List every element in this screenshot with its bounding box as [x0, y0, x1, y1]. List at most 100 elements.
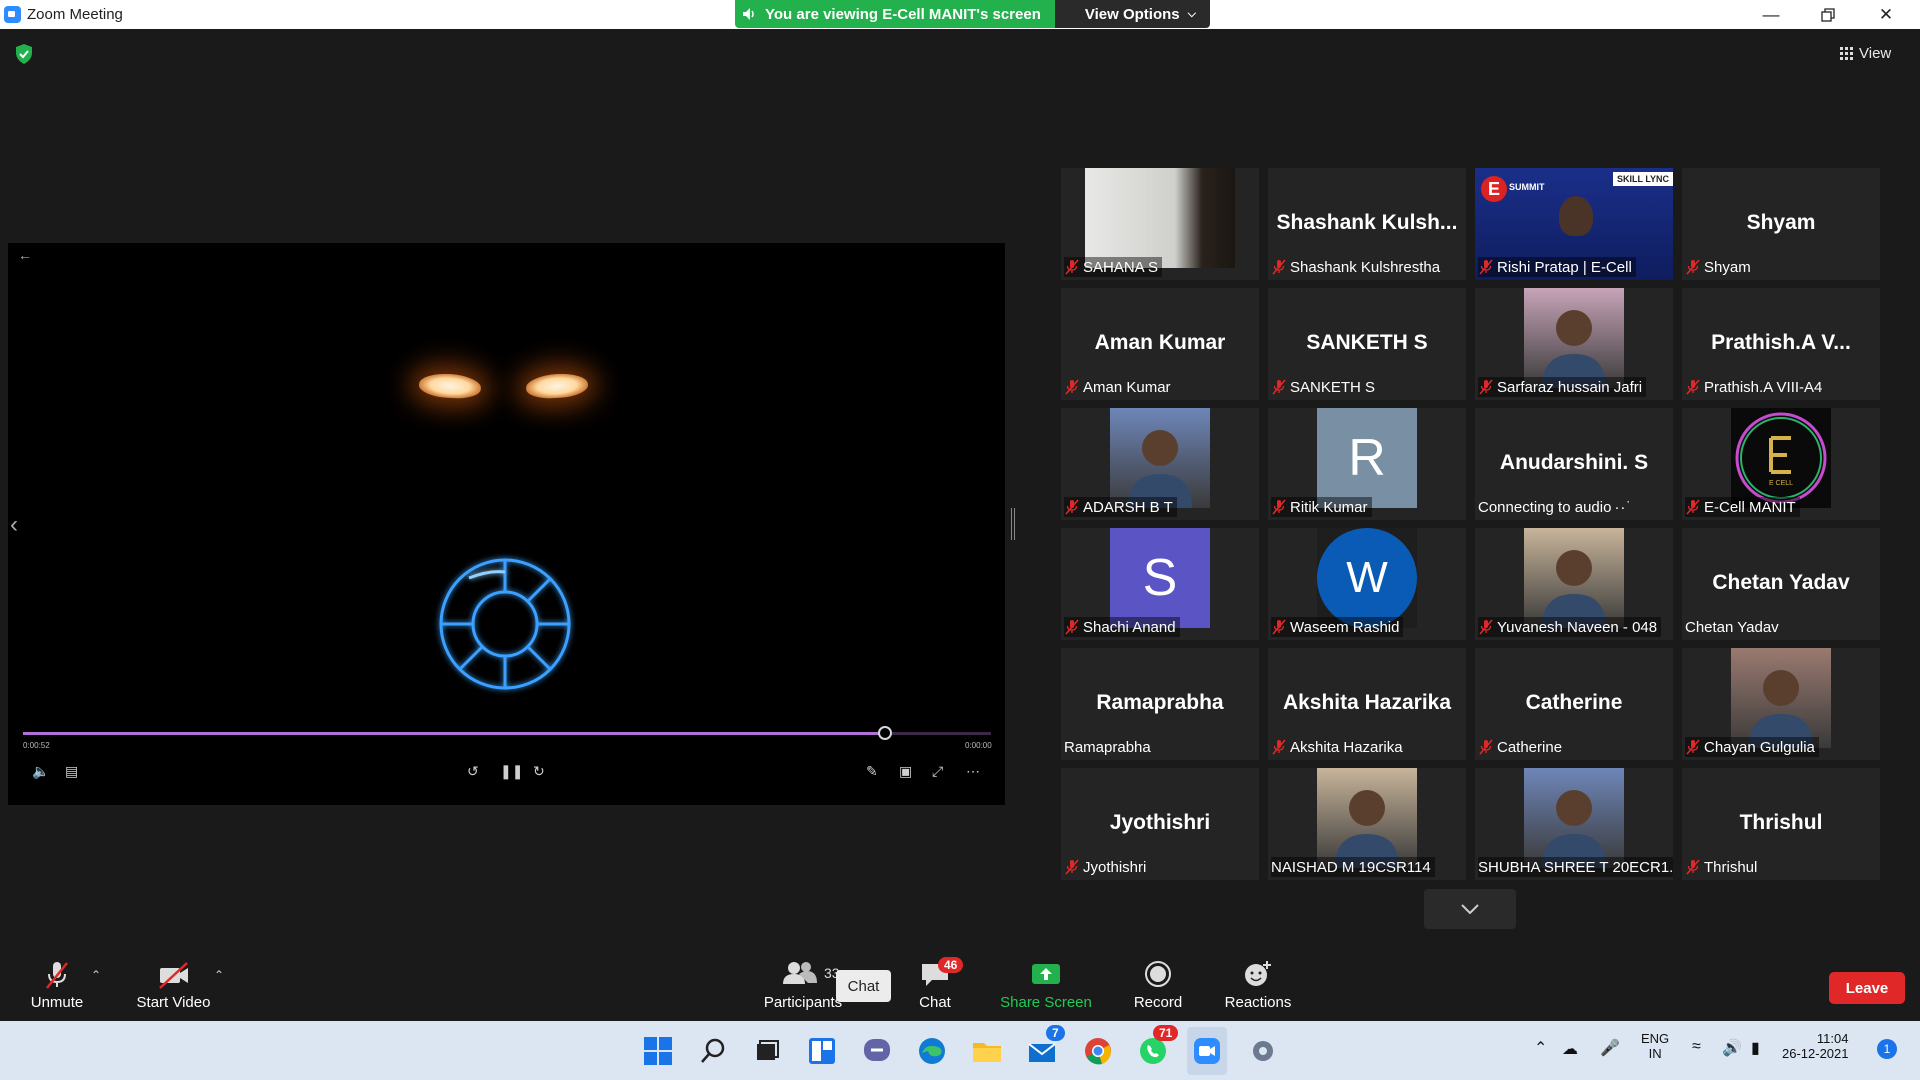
clock[interactable]: 11:04 26-12-2021	[1782, 1031, 1849, 1061]
settings-gear-icon[interactable]	[1247, 1035, 1279, 1067]
more-options-icon[interactable]: ⋯	[966, 763, 980, 780]
microphone-muted-icon	[1272, 259, 1286, 275]
language-region: IN	[1648, 1046, 1662, 1061]
zoom-taskbar-icon[interactable]	[1191, 1035, 1223, 1067]
volume-icon[interactable]: 🔈	[32, 763, 49, 780]
participant-tile[interactable]: Jyothishri Jyothishri	[1061, 768, 1259, 880]
leave-button[interactable]: Leave	[1829, 972, 1905, 1004]
forward-icon[interactable]: ↻	[533, 763, 545, 780]
next-page-button[interactable]	[1424, 889, 1516, 929]
participant-name-label: Thrishul	[1685, 857, 1761, 877]
chrome-icon[interactable]	[1082, 1035, 1114, 1067]
share-screen-button[interactable]: Share Screen	[1000, 960, 1092, 1020]
participant-tile[interactable]: Shashank Kulsh... Shashank Kulshrestha	[1268, 168, 1466, 280]
participant-tile[interactable]: SAHANA S	[1061, 168, 1259, 280]
battery-icon[interactable]: ▮	[1751, 1038, 1760, 1058]
video-progress-knob[interactable]	[878, 726, 892, 740]
participant-tile[interactable]: Thrishul Thrishul	[1682, 768, 1880, 880]
close-button[interactable]: ✕	[1858, 0, 1914, 29]
participant-tile[interactable]: Prathish.A V... Prathish.A VIII-A4	[1682, 288, 1880, 400]
shared-screen[interactable]: ← ‹ 0:00:52 0:00:00 🔈 ▤ ↺ ❚❚ ↻ ✎ ▣ ⤢ ⋯	[8, 243, 1005, 805]
chevron-left-icon[interactable]: ‹	[10, 511, 18, 539]
participants-button[interactable]: 33 Participants	[760, 960, 846, 1020]
search-icon[interactable]	[697, 1035, 729, 1067]
participant-tile[interactable]: Sarfaraz hussain Jafri	[1475, 288, 1673, 400]
participant-tile[interactable]: Chayan Gulgulia	[1682, 648, 1880, 760]
microphone-tray-icon[interactable]: 🎤	[1600, 1038, 1620, 1058]
participant-tile[interactable]: E SUMMIT SKILL LYNC Rishi Pratap | E-Cell	[1475, 168, 1673, 280]
view-layout-button[interactable]: View	[1840, 40, 1904, 66]
tray-overflow-chevron-icon[interactable]: ⌃	[1534, 1038, 1547, 1058]
participant-name: E-Cell MANIT	[1704, 498, 1796, 516]
edge-browser-icon[interactable]	[916, 1035, 948, 1067]
restore-button[interactable]	[1800, 0, 1856, 29]
widgets-icon[interactable]	[806, 1035, 838, 1067]
notification-badge[interactable]: 1	[1877, 1039, 1897, 1059]
language-indicator[interactable]: ENG IN	[1641, 1031, 1669, 1061]
chat-button[interactable]: 46 Chat	[912, 957, 964, 1020]
participant-tile[interactable]: SANKETH S SANKETH S	[1268, 288, 1466, 400]
participant-tile[interactable]: Ramaprabha Ramaprabha	[1061, 648, 1259, 760]
audio-options-caret-icon[interactable]: ⌃	[91, 968, 101, 982]
split-divider-handle[interactable]	[1011, 508, 1015, 540]
participant-name-label: Akshita Hazarika	[1271, 737, 1407, 757]
participant-name: Prathish.A VIII-A4	[1704, 378, 1823, 396]
chevron-down-icon: ⌵	[1187, 7, 1196, 20]
microphone-muted-icon	[1065, 619, 1079, 635]
unmute-label: Unmute	[30, 994, 84, 1011]
file-explorer-icon[interactable]	[971, 1035, 1003, 1067]
task-view-icon[interactable]	[751, 1035, 783, 1067]
miniplayer-icon[interactable]: ▣	[899, 763, 912, 780]
microphone-muted-icon	[1479, 739, 1493, 755]
volume-tray-icon[interactable]: 🔊	[1722, 1038, 1742, 1058]
unmute-button[interactable]: Unmute	[26, 960, 88, 1020]
exit-fullscreen-icon[interactable]: ⤢	[932, 763, 943, 780]
participant-display-name: Thrishul	[1739, 811, 1823, 834]
video-options-caret-icon[interactable]: ⌃	[214, 968, 224, 982]
participant-tile[interactable]: Aman Kumar Aman Kumar	[1061, 288, 1259, 400]
start-video-label: Start Video	[136, 994, 211, 1011]
e-cell-logo: E CELL	[1731, 408, 1831, 508]
participant-tile[interactable]: Catherine Catherine	[1475, 648, 1673, 760]
initial-circle: W	[1317, 528, 1417, 628]
participant-name-label: Shachi Anand	[1064, 617, 1180, 637]
participant-display-name: Chetan Yadav	[1712, 571, 1850, 594]
glowing-eye-right	[525, 371, 589, 401]
start-video-button[interactable]: Start Video	[132, 960, 215, 1020]
participant-tile[interactable]: ADARSH B T	[1061, 408, 1259, 520]
participant-name-label: Catherine	[1478, 737, 1566, 757]
participant-name-label: Aman Kumar	[1064, 377, 1175, 397]
participant-name: Catherine	[1497, 738, 1563, 756]
participant-initial-avatar: R	[1317, 408, 1417, 508]
windows-start-icon[interactable]	[642, 1035, 674, 1067]
rewind-icon[interactable]: ↺	[467, 763, 479, 780]
restore-icon	[1821, 7, 1835, 22]
participant-name-label: Prathish.A VIII-A4	[1685, 377, 1826, 397]
participant-tile[interactable]: S Shachi Anand	[1061, 528, 1259, 640]
participant-tile[interactable]: Chetan Yadav Chetan Yadav	[1682, 528, 1880, 640]
wifi-icon[interactable]: ≈	[1692, 1038, 1701, 1056]
participant-photo	[1085, 168, 1235, 268]
minimize-button[interactable]: —	[1743, 0, 1799, 29]
participant-tile[interactable]: SHUBHA SHREE T 20ECR1...	[1475, 768, 1673, 880]
participant-tile[interactable]: W Waseem Rashid	[1268, 528, 1466, 640]
view-options-button[interactable]: View Options ⌵	[1054, 0, 1210, 28]
participant-tile[interactable]: Anudarshini. S Connecting to audio ··˙	[1475, 408, 1673, 520]
participant-tile[interactable]: Shyam Shyam	[1682, 168, 1880, 280]
participant-name: Yuvanesh Naveen - 048	[1497, 618, 1658, 636]
onedrive-icon[interactable]: ☁	[1562, 1039, 1578, 1059]
teams-chat-icon[interactable]	[861, 1035, 893, 1067]
captions-icon[interactable]: ▤	[65, 763, 78, 780]
pen-icon[interactable]: ✎	[866, 763, 878, 780]
participant-tile[interactable]: Akshita Hazarika Akshita Hazarika	[1268, 648, 1466, 760]
participant-tile[interactable]: E CELL E-Cell MANIT	[1682, 408, 1880, 520]
reactions-button[interactable]: Reactions	[1222, 960, 1294, 1020]
participant-tile[interactable]: Yuvanesh Naveen - 048	[1475, 528, 1673, 640]
participant-tile[interactable]: R Ritik Kumar	[1268, 408, 1466, 520]
participant-display-name: Shyam	[1746, 211, 1816, 234]
back-arrow-icon[interactable]: ←	[18, 247, 32, 263]
security-shield-icon[interactable]	[15, 44, 33, 64]
record-button[interactable]: Record	[1130, 960, 1186, 1020]
pause-icon[interactable]: ❚❚	[500, 763, 523, 780]
participant-tile[interactable]: NAISHAD M 19CSR114	[1268, 768, 1466, 880]
